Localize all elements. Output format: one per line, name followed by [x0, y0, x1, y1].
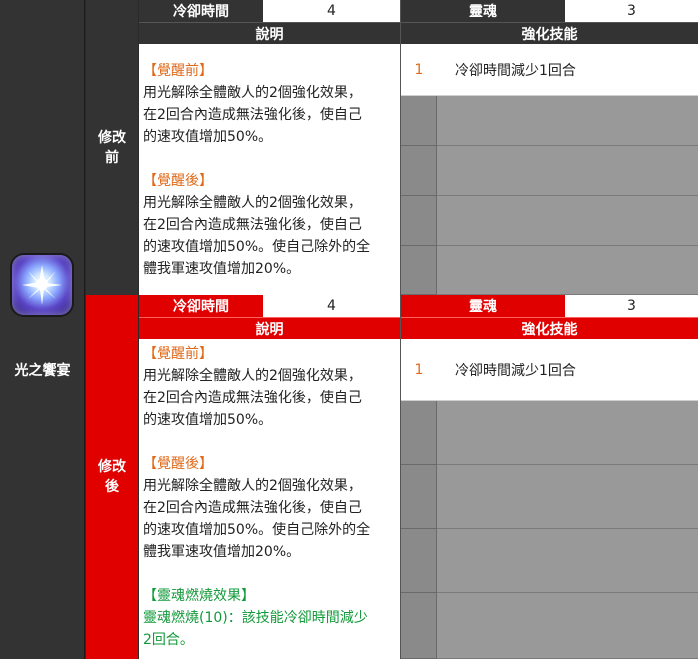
enhance-empty-num — [401, 465, 437, 529]
enhance-row: 1 冷卻時間減少1回合 — [401, 339, 698, 401]
skill-comparison-table: 光之饗宴 修改前 冷卻時間 4 靈魂 3 說明 強化技能 【覺醒前】 用光解除全… — [0, 0, 698, 659]
desc-line: 的速攻值增加50%。使自己除外的全 — [143, 239, 371, 255]
enhance-empty-num — [401, 196, 437, 246]
desc-line: 體我軍速攻值增加20%。 — [143, 261, 301, 277]
after-label-text: 修改後 — [98, 459, 126, 495]
soul-label: 靈魂 — [401, 0, 565, 22]
skill-name: 光之饗宴 — [14, 363, 71, 379]
soul-burn-title: 【靈魂燃燒效果】 — [143, 588, 255, 604]
soul-burn-line: 2回合。 — [143, 632, 194, 648]
post-awaken-title: 【覺醒後】 — [143, 173, 213, 189]
desc-line: 體我軍速攻值增加20%。 — [143, 544, 301, 560]
enhance-empty-num — [401, 146, 437, 196]
enhance-text: 冷卻時間減少1回合 — [455, 62, 576, 79]
cooldown-label: 冷卻時間 — [139, 0, 263, 22]
desc-line: 的速攻值增加50%。 — [143, 412, 273, 428]
section-label-after: 修改後 — [86, 295, 138, 659]
enhance-empty-num — [401, 246, 437, 295]
desc-line: 的速攻值增加50%。使自己除外的全 — [143, 522, 371, 538]
enhance-empty-row — [437, 593, 698, 659]
desc-line: 用光解除全體敵人的2個強化效果， — [143, 478, 362, 494]
column-divider — [400, 0, 401, 659]
light-burst-icon — [12, 255, 72, 315]
enhance-empty-row — [437, 196, 698, 246]
soul-value: 3 — [565, 0, 698, 22]
before-label-text: 修改前 — [98, 129, 126, 166]
enhance-empty-num — [401, 401, 437, 465]
enhance-header: 強化技能 — [401, 317, 698, 339]
enhance-text: 冷卻時間減少1回合 — [455, 362, 576, 379]
desc-header: 說明 — [139, 317, 400, 339]
cooldown-value: 4 — [263, 295, 400, 317]
desc-line: 在2回合內造成無法強化後，使自己 — [143, 390, 362, 406]
enhance-empty-row — [437, 246, 698, 295]
cooldown-label: 冷卻時間 — [139, 295, 263, 317]
pre-awaken-title: 【覺醒前】 — [143, 63, 213, 79]
enhance-row: 1 冷卻時間減少1回合 — [401, 44, 698, 96]
desc-line: 用光解除全體敵人的2個強化效果， — [143, 85, 362, 101]
desc-line: 在2回合內造成無法強化後，使自己 — [143, 217, 362, 233]
pre-awaken-title: 【覺醒前】 — [143, 346, 213, 362]
description-before: 【覺醒前】 用光解除全體敵人的2個強化效果， 在2回合內造成無法強化後，使自己 … — [139, 44, 400, 295]
enhance-empty-num — [401, 529, 437, 593]
enhance-header: 強化技能 — [401, 22, 698, 44]
section-label-before: 修改前 — [86, 0, 138, 295]
enhance-empty-row — [437, 465, 698, 529]
enhance-empty-row — [437, 401, 698, 465]
soul-burn-line: 靈魂燃燒(10)：該技能冷卻時間減少 — [143, 610, 368, 626]
desc-line: 在2回合內造成無法強化後，使自己 — [143, 107, 362, 123]
enhance-level: 1 — [414, 361, 424, 378]
desc-header: 說明 — [139, 22, 400, 44]
skill-column: 光之饗宴 — [0, 0, 85, 659]
description-after: 【覺醒前】 用光解除全體敵人的2個強化效果， 在2回合內造成無法強化後，使自己 … — [139, 339, 400, 659]
soul-label: 靈魂 — [401, 295, 565, 317]
desc-line: 在2回合內造成無法強化後，使自己 — [143, 500, 362, 516]
desc-line: 的速攻值增加50%。 — [143, 129, 273, 145]
enhance-empty-row — [437, 96, 698, 146]
enhance-level: 1 — [414, 61, 424, 78]
desc-line: 用光解除全體敵人的2個強化效果， — [143, 368, 362, 384]
desc-line: 用光解除全體敵人的2個強化效果， — [143, 195, 362, 211]
enhance-empty-num — [401, 593, 437, 659]
enhance-empty-row — [437, 146, 698, 196]
enhance-empty-row — [437, 529, 698, 593]
cooldown-value: 4 — [263, 0, 400, 22]
soul-value: 3 — [565, 295, 698, 317]
enhance-empty-num — [401, 96, 437, 146]
post-awaken-title: 【覺醒後】 — [143, 456, 213, 472]
